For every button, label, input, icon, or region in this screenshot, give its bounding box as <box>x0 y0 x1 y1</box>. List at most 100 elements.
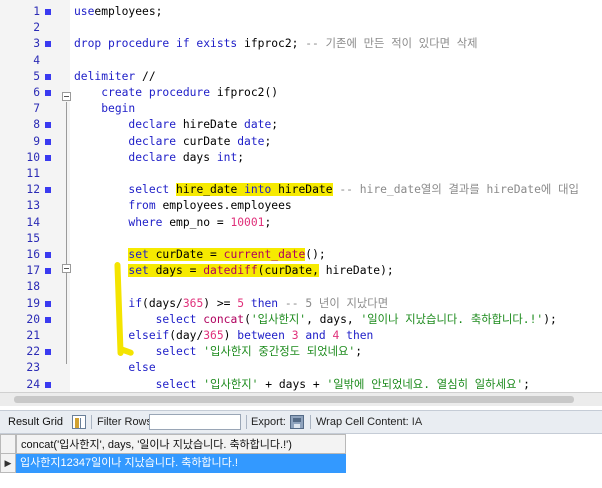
line-number: 8 <box>33 118 40 132</box>
code-token: create procedure <box>101 86 211 99</box>
result-grid-tab[interactable]: Result Grid <box>4 411 67 433</box>
code-token: curDate = <box>148 248 224 261</box>
code-text: else <box>74 360 156 376</box>
code-token: '일이나 지났습니다. 축하합니다.!' <box>360 312 544 326</box>
statement-marker-icon <box>45 9 51 15</box>
code-token: ) >= <box>203 296 238 310</box>
code-token: ; <box>264 215 272 229</box>
result-grid: concat('입사한지', days, '일이나 지났습니다. 축하합니다.!… <box>0 434 602 488</box>
line-number: 1 <box>33 5 40 18</box>
code-token: current_date <box>223 248 306 261</box>
code-line[interactable]: 11 <box>0 166 602 182</box>
statement-marker-icon <box>45 122 51 129</box>
result-cell[interactable]: 입사한지12347일이나 지났습니다. 축하합니다.! <box>16 454 346 473</box>
filter-rows-input[interactable] <box>149 414 241 430</box>
toolbar-divider <box>246 415 247 429</box>
line-number: 9 <box>33 134 40 148</box>
code-line[interactable]: 3 drop procedure if exists ifproc2; -- 기존… <box>0 36 602 52</box>
code-line[interactable]: 16 set curDate = current_date(); <box>0 247 602 263</box>
code-token: employees.employees <box>155 199 292 213</box>
code-line[interactable]: 24 select '입사한지' + days + '일밖에 안되었네요. 열심… <box>0 377 602 392</box>
code-token: ifproc2; <box>237 37 306 51</box>
code-token: int <box>216 150 238 164</box>
code-token: concat <box>203 312 245 326</box>
sql-editor[interactable]: 1 useemployees; 2 3 drop procedure if exists… <box>0 0 602 392</box>
code-token: days <box>176 150 217 164</box>
code-text: delimiter // <box>74 69 156 85</box>
column-header[interactable]: concat('입사한지', days, '일이나 지났습니다. 축하합니다.!… <box>16 434 346 454</box>
code-token: employees; <box>94 5 163 18</box>
code-line[interactable]: 15 <box>0 231 602 247</box>
line-number: 14 <box>26 215 40 229</box>
horizontal-scrollbar[interactable] <box>0 392 602 406</box>
code-token: begin <box>101 102 136 116</box>
line-number: 10 <box>26 150 40 164</box>
code-line[interactable]: 19 if(days/365) >= 5 then -- 5 년이 지났다면 <box>0 296 602 312</box>
code-token: 10001 <box>230 215 265 229</box>
code-line[interactable]: 7 begin <box>0 101 602 117</box>
select-all-corner[interactable] <box>0 434 16 454</box>
code-token: days = <box>148 264 204 278</box>
code-token: ifproc2() <box>210 86 279 99</box>
line-number: 23 <box>26 361 40 375</box>
line-number: 22 <box>26 345 40 359</box>
line-number: 6 <box>33 86 40 99</box>
code-token: '입사한지' <box>203 377 259 391</box>
toolbar-divider <box>310 415 311 429</box>
code-line[interactable]: 5 delimiter // <box>0 69 602 85</box>
code-token: into <box>244 183 272 197</box>
statement-marker-icon <box>45 300 51 307</box>
export-save-icon[interactable] <box>290 415 304 429</box>
fold-toggle-begin[interactable] <box>62 92 71 101</box>
code-line[interactable]: 21 elseif(day/365) between 3 and 4 then <box>0 328 602 344</box>
code-line[interactable]: 14 where emp_no = 10001; <box>0 215 602 231</box>
toolbar-divider <box>91 415 92 429</box>
code-line[interactable]: 12 select hire_date into hireDate -- hir… <box>0 182 602 198</box>
code-token: ; <box>523 377 530 391</box>
line-number: 18 <box>26 280 40 294</box>
code-token: -- 5 년이 지났다면 <box>284 296 389 310</box>
code-line[interactable]: 1 useemployees; <box>0 4 602 20</box>
statement-marker-icon <box>45 187 51 194</box>
code-token: else <box>128 361 156 375</box>
code-token: ; <box>237 150 245 164</box>
code-line[interactable]: 18 <box>0 279 602 295</box>
code-line[interactable]: 2 <box>0 20 602 36</box>
filter-rows-label: Filter Rows: <box>97 416 156 428</box>
code-text: declare days int; <box>74 150 244 166</box>
code-token: -- 기존에 만든 적이 있다면 삭제 <box>305 37 478 51</box>
code-line[interactable]: 22 select '입사한지 중간정도 되었네요'; <box>0 344 602 360</box>
line-number: 17 <box>26 264 40 278</box>
code-text: set days = datediff(curDate, hireDate); <box>74 263 394 279</box>
code-token: 3 <box>291 329 299 342</box>
code-token: set <box>128 264 149 278</box>
code-line[interactable]: 23 else <box>0 360 602 376</box>
wrap-text-icon[interactable]: IA <box>410 415 424 429</box>
scrollbar-thumb[interactable] <box>14 396 574 403</box>
code-text: where emp_no = 10001; <box>74 215 271 231</box>
code-line[interactable]: 4 <box>0 53 602 69</box>
code-token: 365 <box>203 329 224 342</box>
code-line[interactable]: 10 declare days int; <box>0 150 602 166</box>
code-line[interactable]: 20 select concat('입사한지', days, '일이나 지났습니… <box>0 312 602 328</box>
statement-marker-icon <box>45 252 51 258</box>
grid-view-icon[interactable] <box>72 415 86 429</box>
code-token: hireDate <box>176 118 245 132</box>
code-line[interactable]: 9 declare curDate date; <box>0 134 602 150</box>
code-token: hireDate <box>271 183 333 197</box>
code-line[interactable]: 17 set days = datediff(curDate, hireDate… <box>0 263 602 279</box>
code-line[interactable]: 13 from employees.employees <box>0 198 602 214</box>
code-line[interactable]: 6 create procedure ifproc2() <box>0 85 602 101</box>
code-token: emp_no = <box>162 215 231 229</box>
statement-marker-icon <box>45 381 51 388</box>
fold-toggle-if[interactable] <box>62 264 71 273</box>
code-line[interactable]: 8 declare hireDate date; <box>0 117 602 133</box>
row-indicator-icon[interactable]: ▶ <box>0 454 16 473</box>
code-text: select concat('입사한지', days, '일이나 지났습니다. … <box>74 312 557 328</box>
code-token: ; <box>355 345 362 359</box>
statement-marker-icon <box>45 138 51 145</box>
